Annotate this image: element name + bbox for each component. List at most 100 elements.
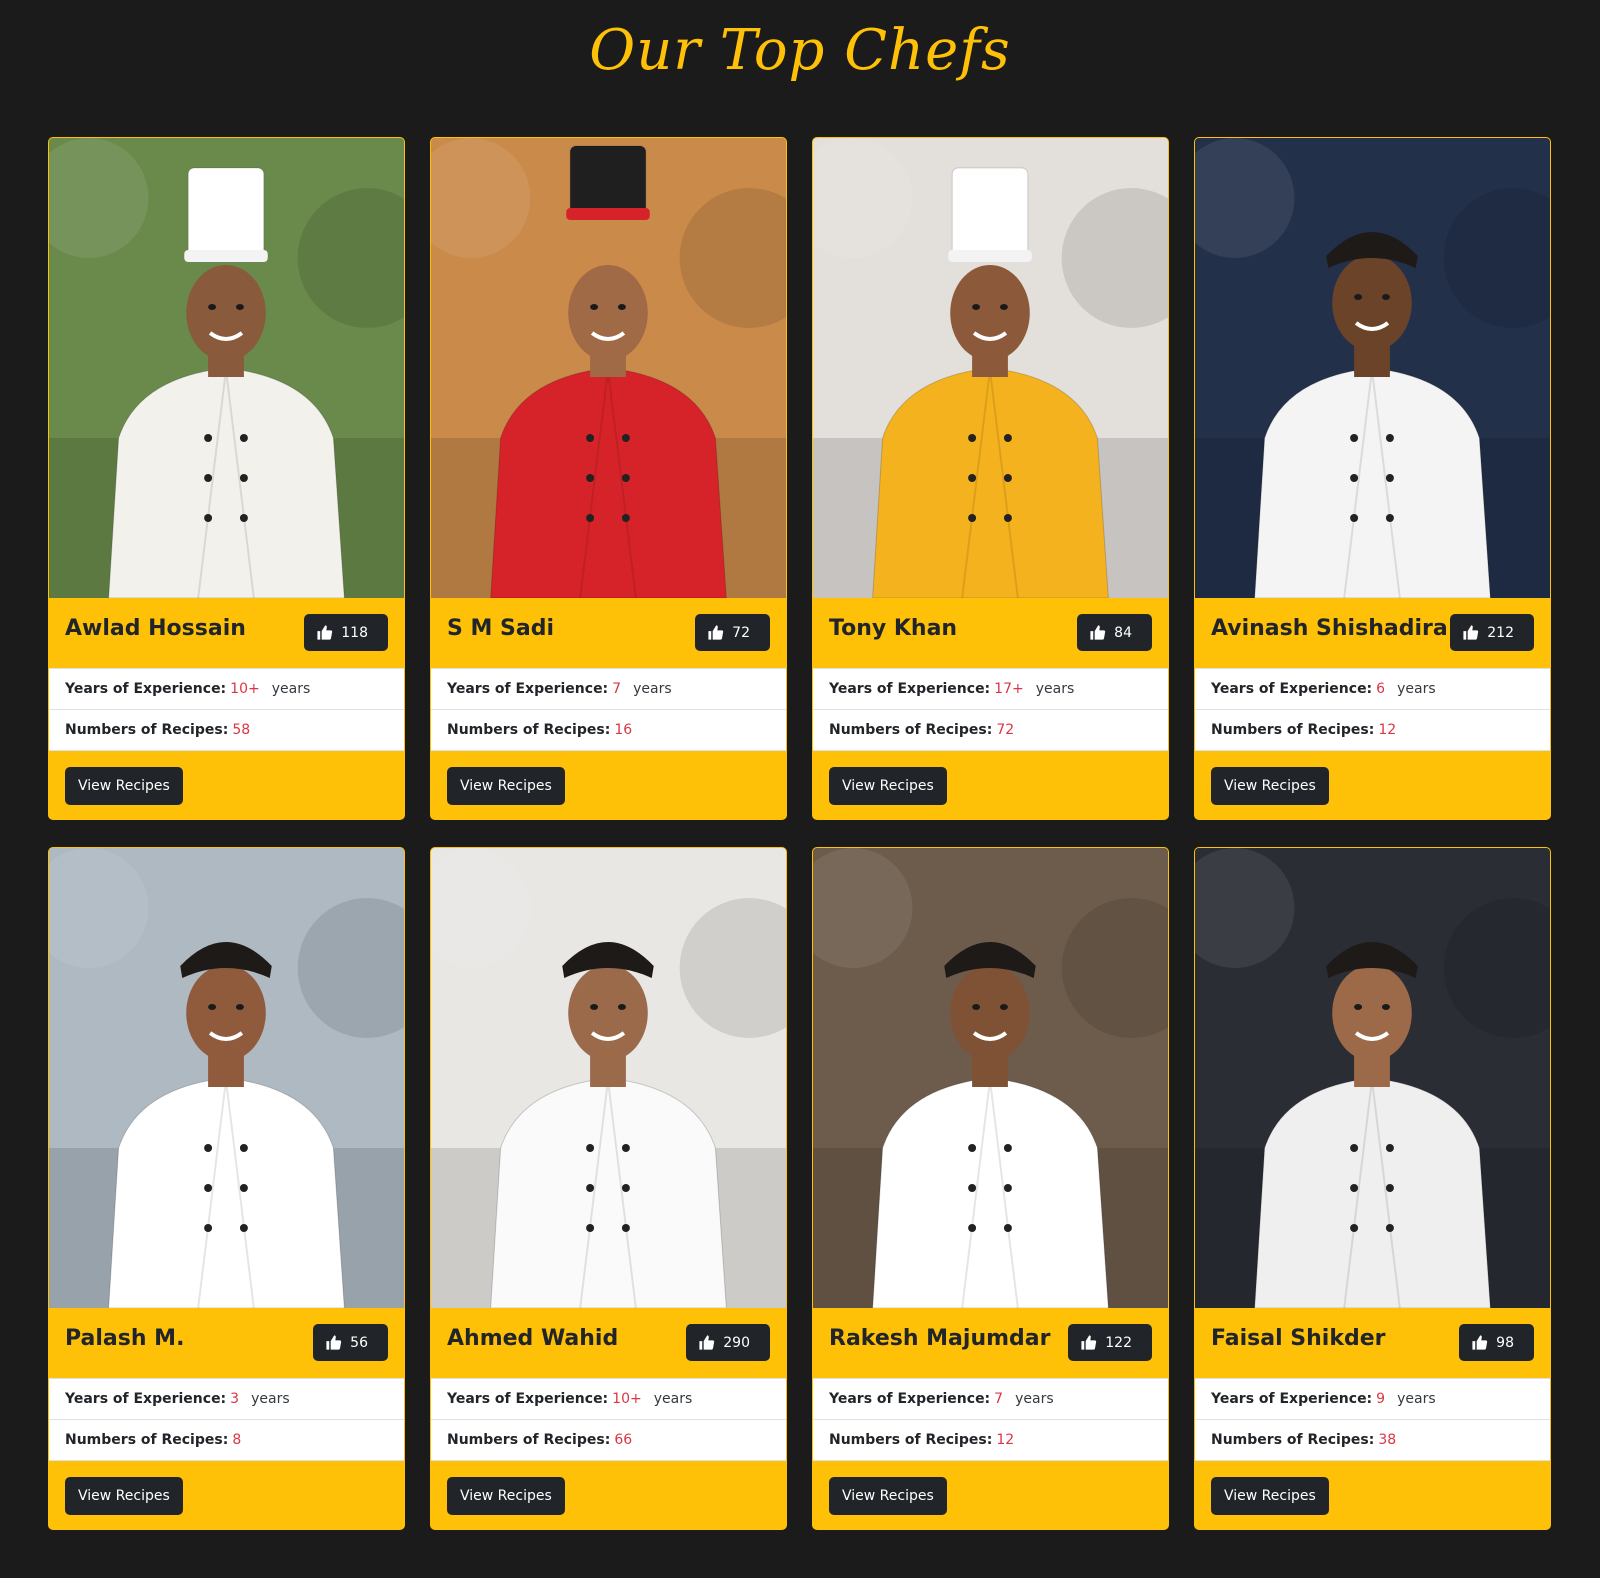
- experience-label: Years of Experience:: [65, 1391, 227, 1407]
- experience-row: Years of Experience: 17+ years: [813, 668, 1168, 709]
- recipes-value: 12: [1378, 722, 1397, 738]
- chef-photo: [49, 848, 404, 1308]
- chef-photo: [1195, 138, 1550, 598]
- chef-card: S M Sadi 72 Years of Experience: 7 years…: [430, 137, 787, 820]
- recipes-row: Numbers of Recipes: 12: [813, 1419, 1168, 1460]
- view-recipes-button[interactable]: View Recipes: [447, 1477, 565, 1515]
- thumbs-up-icon: [1089, 624, 1106, 641]
- recipes-value: 8: [232, 1432, 242, 1448]
- chef-card: Palash M. 56 Years of Experience: 3 year…: [48, 847, 405, 1530]
- experience-row: Years of Experience: 9 years: [1195, 1378, 1550, 1419]
- chef-photo: [49, 138, 404, 598]
- experience-value: 17+: [994, 681, 1024, 697]
- experience-unit: years: [653, 1391, 693, 1407]
- like-button[interactable]: 290: [686, 1324, 770, 1361]
- chef-photo: [431, 138, 786, 598]
- like-count: 56: [350, 1334, 368, 1351]
- card-header: Tony Khan 84: [813, 598, 1168, 668]
- view-recipes-button[interactable]: View Recipes: [1211, 767, 1329, 805]
- card-header: S M Sadi 72: [431, 598, 786, 668]
- view-recipes-button[interactable]: View Recipes: [447, 767, 565, 805]
- experience-label: Years of Experience:: [447, 681, 609, 697]
- chef-name: S M Sadi: [447, 616, 555, 641]
- experience-row: Years of Experience: 10+ years: [431, 1378, 786, 1419]
- like-button[interactable]: 122: [1068, 1324, 1152, 1361]
- recipes-value: 16: [614, 722, 633, 738]
- card-header: Ahmed Wahid 290: [431, 1308, 786, 1378]
- chef-name: Palash M.: [65, 1326, 185, 1351]
- recipes-label: Numbers of Recipes:: [1211, 1432, 1375, 1448]
- chef-photo: [1195, 848, 1550, 1308]
- card-footer: View Recipes: [813, 750, 1168, 819]
- recipes-label: Numbers of Recipes:: [447, 1432, 611, 1448]
- chef-name: Rakesh Majumdar: [829, 1326, 1051, 1351]
- view-recipes-button[interactable]: View Recipes: [1211, 1477, 1329, 1515]
- card-header: Faisal Shikder 98: [1195, 1308, 1550, 1378]
- view-recipes-button[interactable]: View Recipes: [65, 767, 183, 805]
- card-footer: View Recipes: [1195, 750, 1550, 819]
- experience-unit: years: [1015, 1391, 1054, 1407]
- experience-row: Years of Experience: 3 years: [49, 1378, 404, 1419]
- thumbs-up-icon: [1471, 1334, 1488, 1351]
- chef-name: Avinash Shishadira: [1211, 616, 1448, 641]
- recipes-row: Numbers of Recipes: 12: [1195, 709, 1550, 750]
- experience-label: Years of Experience:: [829, 681, 991, 697]
- chef-name: Ahmed Wahid: [447, 1326, 619, 1351]
- recipes-row: Numbers of Recipes: 72: [813, 709, 1168, 750]
- card-header: Awlad Hossain 118: [49, 598, 404, 668]
- thumbs-up-icon: [1462, 624, 1479, 641]
- recipes-label: Numbers of Recipes:: [829, 722, 993, 738]
- thumbs-up-icon: [325, 1334, 342, 1351]
- chef-photo: [431, 848, 786, 1308]
- like-button[interactable]: 84: [1077, 614, 1152, 651]
- chef-name: Faisal Shikder: [1211, 1326, 1386, 1351]
- chef-card: Rakesh Majumdar 122 Years of Experience:…: [812, 847, 1169, 1530]
- recipes-value: 12: [996, 1432, 1015, 1448]
- recipes-value: 72: [996, 722, 1015, 738]
- experience-row: Years of Experience: 7 years: [813, 1378, 1168, 1419]
- recipes-label: Numbers of Recipes:: [65, 722, 229, 738]
- like-button[interactable]: 118: [304, 614, 388, 651]
- chef-card: Ahmed Wahid 290 Years of Experience: 10+…: [430, 847, 787, 1530]
- recipes-label: Numbers of Recipes:: [1211, 722, 1375, 738]
- recipes-value: 66: [614, 1432, 633, 1448]
- experience-value: 10+: [612, 1391, 642, 1407]
- like-button[interactable]: 98: [1459, 1324, 1534, 1361]
- experience-value: 7: [994, 1391, 1004, 1407]
- like-button[interactable]: 212: [1450, 614, 1534, 651]
- experience-value: 9: [1376, 1391, 1386, 1407]
- card-footer: View Recipes: [813, 1460, 1168, 1529]
- recipes-row: Numbers of Recipes: 16: [431, 709, 786, 750]
- recipes-row: Numbers of Recipes: 58: [49, 709, 404, 750]
- experience-value: 7: [612, 681, 622, 697]
- thumbs-up-icon: [698, 1334, 715, 1351]
- experience-unit: years: [251, 1391, 290, 1407]
- card-footer: View Recipes: [431, 750, 786, 819]
- card-footer: View Recipes: [49, 750, 404, 819]
- card-footer: View Recipes: [49, 1460, 404, 1529]
- view-recipes-button[interactable]: View Recipes: [65, 1477, 183, 1515]
- like-count: 118: [341, 624, 368, 641]
- experience-value: 3: [230, 1391, 240, 1407]
- recipes-label: Numbers of Recipes:: [829, 1432, 993, 1448]
- like-count: 212: [1487, 624, 1514, 641]
- experience-unit: years: [1035, 681, 1075, 697]
- experience-label: Years of Experience:: [1211, 1391, 1373, 1407]
- card-footer: View Recipes: [431, 1460, 786, 1529]
- chef-name: Awlad Hossain: [65, 616, 246, 641]
- like-button[interactable]: 72: [695, 614, 770, 651]
- chef-grid: Awlad Hossain 118 Years of Experience: 1…: [48, 137, 1552, 1530]
- section-title: Our Top Chefs: [589, 18, 1011, 83]
- like-button[interactable]: 56: [313, 1324, 388, 1361]
- thumbs-up-icon: [707, 624, 724, 641]
- view-recipes-button[interactable]: View Recipes: [829, 1477, 947, 1515]
- experience-row: Years of Experience: 6 years: [1195, 668, 1550, 709]
- experience-label: Years of Experience:: [65, 681, 227, 697]
- experience-unit: years: [1397, 681, 1436, 697]
- like-count: 84: [1114, 624, 1132, 641]
- experience-row: Years of Experience: 10+ years: [49, 668, 404, 709]
- like-count: 290: [723, 1334, 750, 1351]
- view-recipes-button[interactable]: View Recipes: [829, 767, 947, 805]
- recipes-row: Numbers of Recipes: 66: [431, 1419, 786, 1460]
- card-footer: View Recipes: [1195, 1460, 1550, 1529]
